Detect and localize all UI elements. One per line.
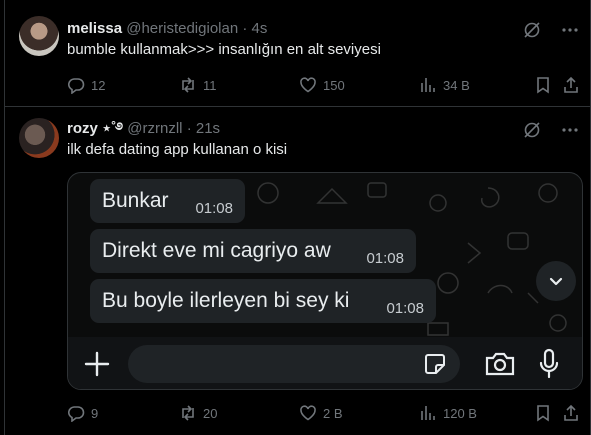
view-count: 34 B xyxy=(443,77,470,93)
tweet-text: ilk defa dating app kullanan o kisi xyxy=(67,141,288,158)
more-icon[interactable] xyxy=(560,120,580,140)
grok-icon[interactable] xyxy=(522,120,542,140)
bookmark-button[interactable] xyxy=(534,75,552,95)
user-handle[interactable]: @heristedigiolan xyxy=(126,20,238,37)
plus-icon[interactable] xyxy=(82,349,112,379)
display-name[interactable]: melissa xyxy=(67,20,122,37)
tweet-text: bumble kullanmak>>> insanlığın en alt se… xyxy=(67,41,381,58)
microphone-icon[interactable] xyxy=(538,348,560,380)
chevron-down-icon xyxy=(549,277,563,286)
like-button[interactable]: 150 xyxy=(299,75,345,95)
tweet-1[interactable]: melissa @heristedigiolan · 4s bumble kul… xyxy=(5,0,590,107)
like-button[interactable]: 2 B xyxy=(299,403,343,423)
heart-icon xyxy=(300,405,316,421)
tweet-header: melissa @heristedigiolan · 4s xyxy=(67,20,267,38)
camera-icon[interactable] xyxy=(484,350,516,378)
chat-message: Direkt eve mi cagriyo aw 01:08 xyxy=(90,229,416,273)
reply-icon xyxy=(68,78,85,94)
message-input[interactable] xyxy=(128,345,460,383)
reply-button[interactable]: 9 xyxy=(67,403,98,423)
share-icon xyxy=(564,404,578,421)
scroll-down-button[interactable] xyxy=(536,261,576,301)
repost-button[interactable]: 20 xyxy=(179,403,217,423)
bookmark-icon xyxy=(537,405,549,422)
views-button[interactable]: 120 B xyxy=(419,403,477,423)
views-chart-icon xyxy=(421,78,435,92)
message-text: Direkt eve mi cagriyo aw xyxy=(102,239,331,262)
like-count: 2 B xyxy=(323,405,343,421)
repost-button[interactable]: 11 xyxy=(179,75,217,95)
tweet-header: rozy ⋆˚࿔ @rzrnzll · 21s xyxy=(67,120,220,138)
like-count: 150 xyxy=(323,77,345,93)
avatar[interactable] xyxy=(19,118,59,158)
tweet-actions: 12 11 150 34 B xyxy=(67,75,580,95)
message-time: 01:08 xyxy=(366,250,404,267)
views-button[interactable]: 34 B xyxy=(419,75,470,95)
chat-screenshot-media[interactable]: Bunkar 01:08 Direkt eve mi cagriyo aw 01… xyxy=(67,172,583,390)
more-icon[interactable] xyxy=(560,20,580,40)
tweet-actions: 9 20 2 B 120 B xyxy=(67,403,580,423)
bookmark-icon xyxy=(537,77,549,94)
share-button[interactable] xyxy=(562,403,580,423)
chat-input-bar xyxy=(68,337,582,389)
repost-count: 11 xyxy=(203,77,217,93)
tweet-2[interactable]: rozy ⋆˚࿔ @rzrnzll · 21s ilk defa dating … xyxy=(5,107,590,435)
user-handle[interactable]: @rzrnzll xyxy=(127,120,182,137)
sticker-icon[interactable] xyxy=(424,353,446,375)
chat-message: Bunkar 01:08 xyxy=(90,179,245,223)
timestamp[interactable]: 21s xyxy=(196,120,220,137)
message-time: 01:08 xyxy=(195,200,233,217)
reply-button[interactable]: 12 xyxy=(67,75,105,95)
reply-icon xyxy=(68,406,85,422)
timestamp[interactable]: 4s xyxy=(252,20,268,37)
view-count: 120 B xyxy=(443,405,477,421)
reply-count: 9 xyxy=(91,405,99,421)
avatar[interactable] xyxy=(19,16,59,56)
reply-count: 12 xyxy=(91,77,106,93)
message-text: Bu boyle ilerleyen bi sey ki xyxy=(102,289,350,312)
separator: · xyxy=(186,120,192,137)
share-button[interactable] xyxy=(562,75,580,95)
message-time: 01:08 xyxy=(386,300,424,317)
chat-message: Bu boyle ilerleyen bi sey ki 01:08 xyxy=(90,279,436,323)
separator: · xyxy=(242,20,248,37)
heart-icon xyxy=(300,77,316,93)
share-icon xyxy=(564,76,578,93)
repost-icon xyxy=(182,77,194,93)
repost-icon xyxy=(182,405,194,421)
repost-count: 20 xyxy=(203,405,218,421)
display-name[interactable]: rozy ⋆˚࿔ xyxy=(67,120,123,137)
message-text: Bunkar xyxy=(102,189,169,212)
grok-icon[interactable] xyxy=(522,20,542,40)
bookmark-button[interactable] xyxy=(534,403,552,423)
views-chart-icon xyxy=(421,406,435,420)
